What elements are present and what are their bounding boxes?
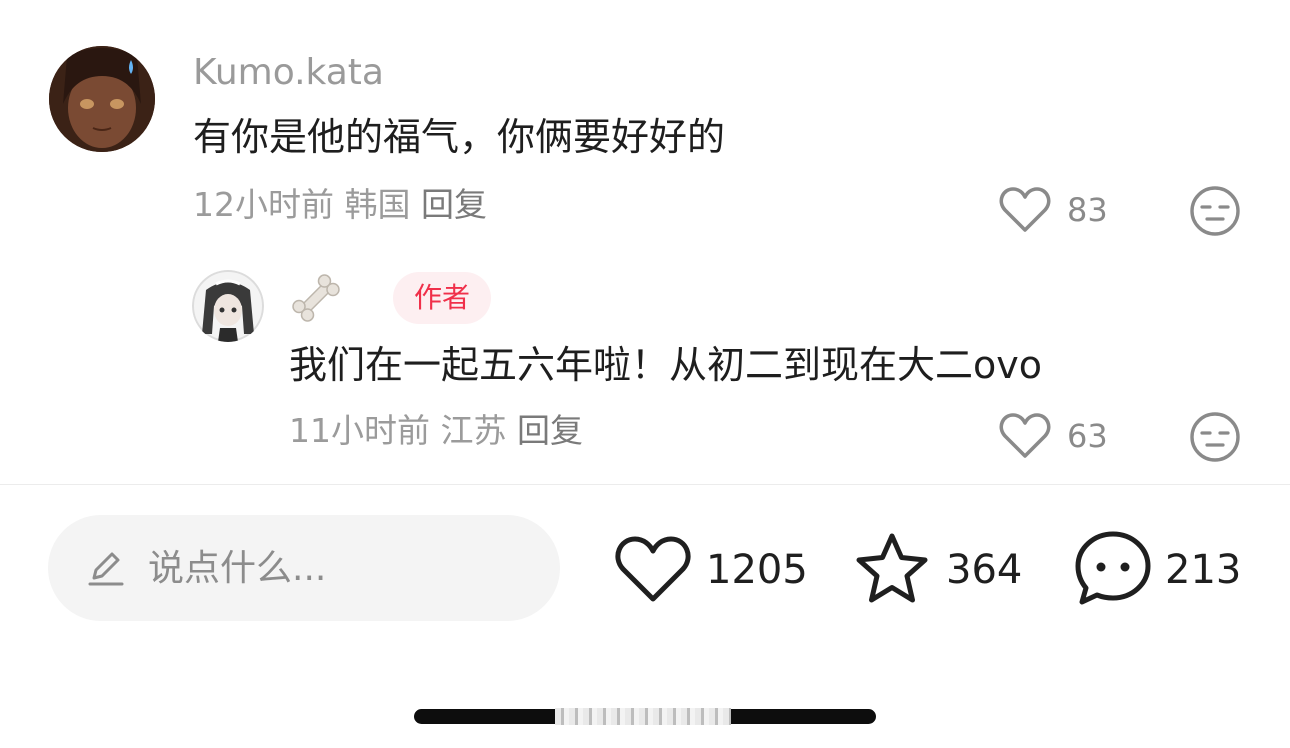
comment-text: 有你是他的福气，你俩要好好的 <box>193 115 726 159</box>
pencil-icon <box>86 548 126 588</box>
input-placeholder[interactable]: 说点什么... <box>148 551 326 587</box>
favorite-count: 364 <box>946 547 1023 593</box>
avatar[interactable] <box>49 46 155 152</box>
reply-reply-link[interactable]: 回复 <box>517 411 583 450</box>
comment-username[interactable]: Kumo.kata <box>193 55 384 91</box>
reply-meta: 11小时前 江苏 回复 <box>289 414 583 447</box>
home-indicator-overlay <box>555 708 731 725</box>
reply-time: 11小时前 <box>289 411 430 450</box>
reply-like-count: 63 <box>1067 417 1108 455</box>
star-icon[interactable] <box>854 532 930 606</box>
comment-count: 213 <box>1165 547 1242 593</box>
comment-meta: 12小时前 韩国 回复 <box>193 188 487 221</box>
comment-like-count: 83 <box>1067 191 1108 229</box>
heart-icon[interactable] <box>614 535 692 605</box>
reply-location: 江苏 <box>440 411 507 450</box>
chat-bubble-icon[interactable] <box>1074 530 1152 606</box>
like-count: 1205 <box>706 547 808 593</box>
bone-emoji-icon <box>289 272 343 324</box>
reply-avatar[interactable] <box>192 270 264 342</box>
reply-text: 我们在一起五六年啦！从初二到现在大二ovo <box>289 343 1042 387</box>
neutral-face-icon[interactable] <box>1189 185 1241 237</box>
author-badge: 作者 <box>393 272 491 324</box>
comment-time: 12小时前 <box>193 185 334 224</box>
heart-icon[interactable] <box>999 412 1051 460</box>
neutral-face-icon[interactable] <box>1189 411 1241 463</box>
comment-location: 韩国 <box>344 185 411 224</box>
divider <box>0 484 1290 485</box>
heart-icon[interactable] <box>999 186 1051 234</box>
comment-reply-link[interactable]: 回复 <box>421 185 487 224</box>
